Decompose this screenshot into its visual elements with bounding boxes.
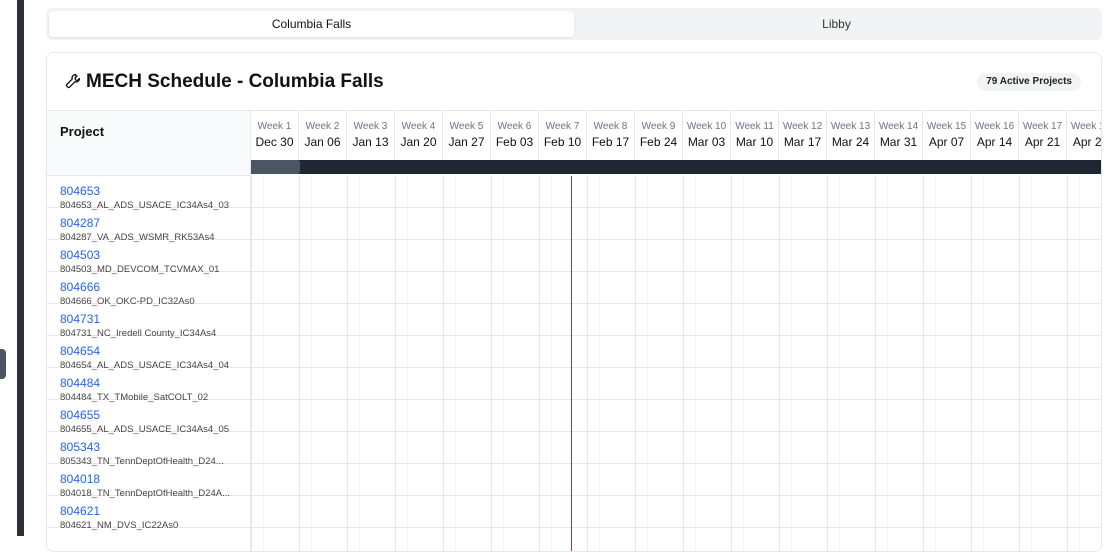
week-column-header: Week 2 Jan 06: [299, 111, 347, 160]
wrench-icon: [65, 73, 81, 89]
week-number: Week 18: [1070, 121, 1101, 132]
project-id-link[interactable]: 804621: [60, 504, 100, 518]
location-tabs: Columbia Falls Libby: [46, 8, 1102, 40]
week-date: Jan 13: [352, 135, 389, 149]
week-date: Apr 14: [976, 135, 1013, 149]
week-column-header: Week 3 Jan 13: [347, 111, 395, 160]
week-number: Week 16: [974, 121, 1015, 132]
project-id-link[interactable]: 805343: [60, 440, 100, 454]
project-row: 804653 804653_AL_ADS_USACE_IC34As4_03: [47, 176, 250, 211]
week-number: Week 10: [686, 121, 727, 132]
week-date: Feb 03: [495, 135, 534, 149]
week-column-header: Week 12 Mar 17: [779, 111, 827, 160]
week-number: Week 14: [878, 121, 919, 132]
project-list: 804653 804653_AL_ADS_USACE_IC34As4_03 8042…: [47, 176, 251, 551]
week-column-header: Week 1 Dec 30: [251, 111, 299, 160]
week-date: Mar 24: [831, 135, 870, 149]
week-column-header: Week 16 Apr 14: [971, 111, 1019, 160]
project-row: 804654 804654_AL_ADS_USACE_IC34As4_04: [47, 336, 250, 371]
week-column-header: Week 15 Apr 07: [923, 111, 971, 160]
tab-columbia-falls[interactable]: Columbia Falls: [49, 11, 574, 37]
project-row: 804731 804731_NC_Iredell County_IC34As4: [47, 304, 250, 339]
week-number: Week 1: [257, 121, 292, 132]
week-number: Week 12: [782, 121, 823, 132]
schedule-grid-lines: [251, 176, 1101, 551]
week-column-header: Week 17 Apr 21: [1019, 111, 1067, 160]
schedule-card: MECH Schedule - Columbia Falls 79 Active…: [46, 52, 1102, 552]
week-column-header: Week 10 Mar 03: [683, 111, 731, 160]
week-header-row: Week 1 Dec 30 Week 2 Jan 06 Week 3 Jan 13 Week…: [251, 110, 1102, 160]
week-column-header: Week 5 Jan 27: [443, 111, 491, 160]
week-column-header: Week 8 Feb 17: [587, 111, 635, 160]
project-row: 804621 804621_NM_DVS_IC22As0: [47, 496, 250, 531]
week-column-header: Week 9 Feb 24: [635, 111, 683, 160]
project-id-link[interactable]: 804731: [60, 312, 100, 326]
sidebar-collapse-handle[interactable]: [0, 349, 6, 379]
week-number: Week 5: [449, 121, 484, 132]
timeline-scroll-thumb[interactable]: [251, 160, 300, 174]
project-id-link[interactable]: 804503: [60, 248, 100, 262]
week-number: Week 8: [593, 121, 628, 132]
project-row: 804655 804655_AL_ADS_USACE_IC34As4_05: [47, 400, 250, 435]
project-id-link[interactable]: 804018: [60, 472, 100, 486]
week-column-header: Week 11 Mar 10: [731, 111, 779, 160]
week-date: Mar 17: [783, 135, 822, 149]
week-date: Mar 10: [735, 135, 774, 149]
week-number: Week 11: [735, 121, 774, 132]
project-row: 804287 804287_VA_ADS_WSMR_RK53As4: [47, 208, 250, 243]
week-column-header: Week 7 Feb 10: [539, 111, 587, 160]
week-date: Jan 27: [448, 135, 485, 149]
project-row: 805343 805343_TN_TennDeptOfHealth_D24...: [47, 432, 250, 467]
left-rail-scrollbar[interactable]: [17, 0, 24, 536]
project-row: 804666 804666_OK_OKC-PD_IC32As0: [47, 272, 250, 307]
week-number: Week 4: [401, 121, 436, 132]
week-date: Apr 28: [1072, 135, 1102, 149]
week-number: Week 9: [641, 121, 676, 132]
week-date: Jan 20: [400, 135, 437, 149]
week-number: Week 15: [926, 121, 967, 132]
card-header: MECH Schedule - Columbia Falls 79 Active…: [47, 53, 1101, 111]
week-column-header: Week 6 Feb 03: [491, 111, 539, 160]
project-column-label: Project: [60, 124, 105, 139]
week-date: Apr 21: [1024, 135, 1061, 149]
project-id-link[interactable]: 804655: [60, 408, 100, 422]
week-date: Mar 03: [687, 135, 726, 149]
project-row: 804503 804503_MD_DEVCOM_TCVMAX_01: [47, 240, 250, 275]
week-date: Feb 10: [543, 135, 582, 149]
week-date: Feb 17: [591, 135, 630, 149]
week-number: Week 6: [497, 121, 532, 132]
week-number: Week 3: [353, 121, 388, 132]
project-id-link[interactable]: 804484: [60, 376, 100, 390]
project-id-link[interactable]: 804287: [60, 216, 100, 230]
timeline-scrollbar[interactable]: [251, 160, 1101, 174]
project-row: 804018 804018_TN_TennDeptOfHealth_D24A...: [47, 464, 250, 499]
page-title: MECH Schedule - Columbia Falls: [86, 71, 384, 92]
week-column-header: Week 13 Mar 24: [827, 111, 875, 160]
week-date: Mar 31: [879, 135, 918, 149]
week-date: Jan 06: [304, 135, 341, 149]
schedule-grid: [251, 176, 1101, 551]
week-date: Feb 24: [639, 135, 678, 149]
week-date: Dec 30: [255, 135, 294, 149]
project-id-link[interactable]: 804653: [60, 184, 100, 198]
tab-libby[interactable]: Libby: [574, 11, 1099, 37]
week-column-header: Week 4 Jan 20: [395, 111, 443, 160]
project-id-link[interactable]: 804654: [60, 344, 100, 358]
week-column-header: Week 18 Apr 28: [1067, 111, 1102, 160]
week-date: Apr 07: [928, 135, 965, 149]
left-rail: [0, 0, 24, 536]
week-number: Week 17: [1022, 121, 1063, 132]
project-id-link[interactable]: 804666: [60, 280, 100, 294]
project-row: 804484 804484_TX_TMobile_SatCOLT_02: [47, 368, 250, 403]
week-number: Week 13: [830, 121, 871, 132]
project-name: 804621_NM_DVS_IC22As0: [60, 520, 179, 531]
active-projects-badge: 79 Active Projects: [977, 73, 1081, 91]
week-number: Week 7: [545, 121, 580, 132]
project-column-header: Project: [47, 110, 251, 176]
week-number: Week 2: [305, 121, 340, 132]
week-column-header: Week 14 Mar 31: [875, 111, 923, 160]
